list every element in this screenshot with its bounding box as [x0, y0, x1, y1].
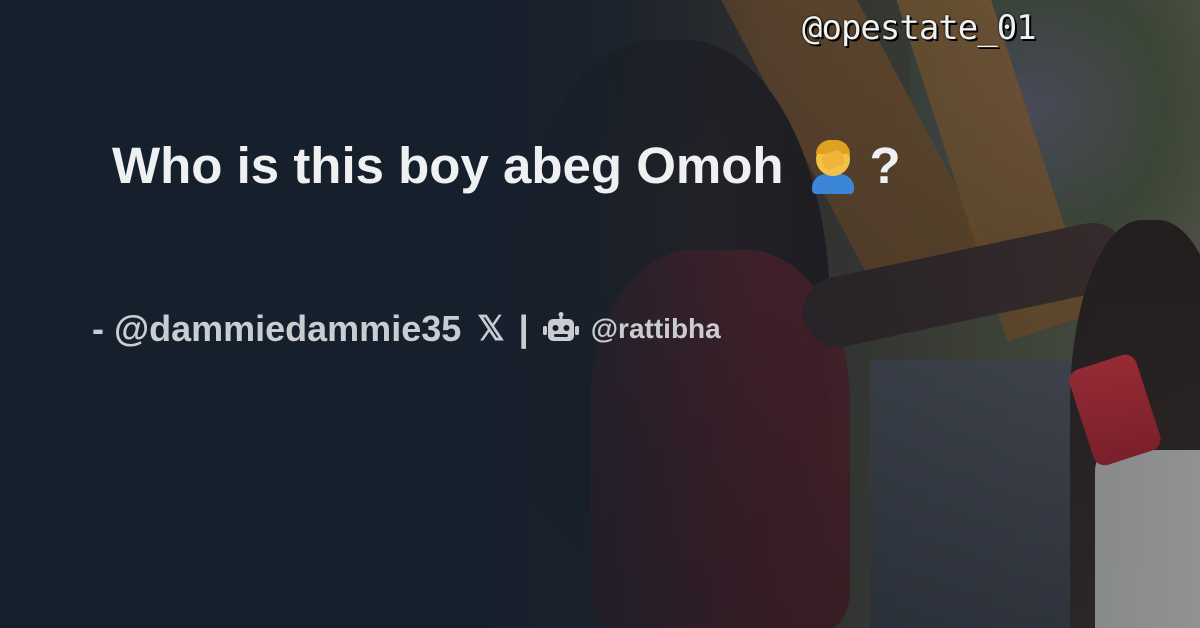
- separator: |: [518, 308, 529, 349]
- attribution-line: - @dammiedammie35 𝕏 | @rattibha: [92, 308, 721, 350]
- rattibha-handle[interactable]: @rattibha: [591, 313, 721, 345]
- attribution-dash: -: [92, 308, 104, 349]
- face-palm-icon: [806, 138, 862, 194]
- headline-text: Who is this boy abeg Omoh: [112, 137, 784, 194]
- headline-trailing: ?: [869, 137, 901, 194]
- x-logo-icon: 𝕏: [477, 310, 505, 348]
- robot-icon: [542, 312, 579, 346]
- author-handle[interactable]: @dammiedammie35: [114, 308, 461, 350]
- photo-watermark: @opestate_01: [802, 8, 1037, 48]
- tweet-headline: Who is this boy abeg Omoh ?: [112, 136, 901, 195]
- share-card: @opestate_01 Who is this boy abeg Omoh ?…: [0, 0, 1200, 628]
